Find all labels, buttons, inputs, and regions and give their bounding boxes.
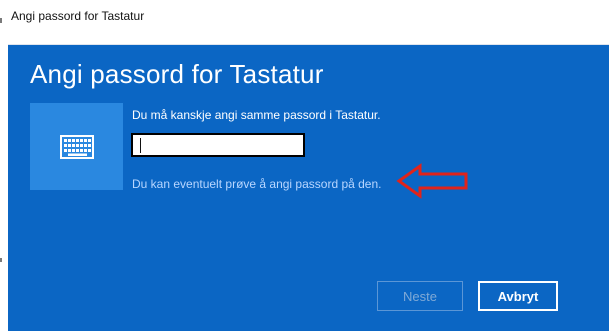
keyboard-tile xyxy=(30,103,123,190)
dialog-heading: Angi passord for Tastatur xyxy=(30,59,324,89)
dialog-window: Angi passord for Tastatur Angi passord f… xyxy=(8,0,609,331)
title-bar: Angi passord for Tastatur xyxy=(8,0,609,45)
cancel-button[interactable]: Avbryt xyxy=(478,281,558,311)
hint-text: Du kan eventuelt prøve å angi passord på… xyxy=(132,177,382,191)
window-edge-mark xyxy=(0,18,2,23)
password-input[interactable] xyxy=(131,133,305,157)
dialog-panel: Angi passord for Tastatur Du må kanskje … xyxy=(8,45,609,331)
text-caret xyxy=(140,138,141,153)
next-button[interactable]: Neste xyxy=(377,281,463,311)
window-title: Angi passord for Tastatur xyxy=(11,9,145,23)
red-arrow-icon xyxy=(396,163,468,199)
keyboard-icon xyxy=(59,134,94,159)
window-edge-mark xyxy=(0,258,2,262)
password-prompt: Du må kanskje angi samme passord i Tasta… xyxy=(132,108,381,122)
